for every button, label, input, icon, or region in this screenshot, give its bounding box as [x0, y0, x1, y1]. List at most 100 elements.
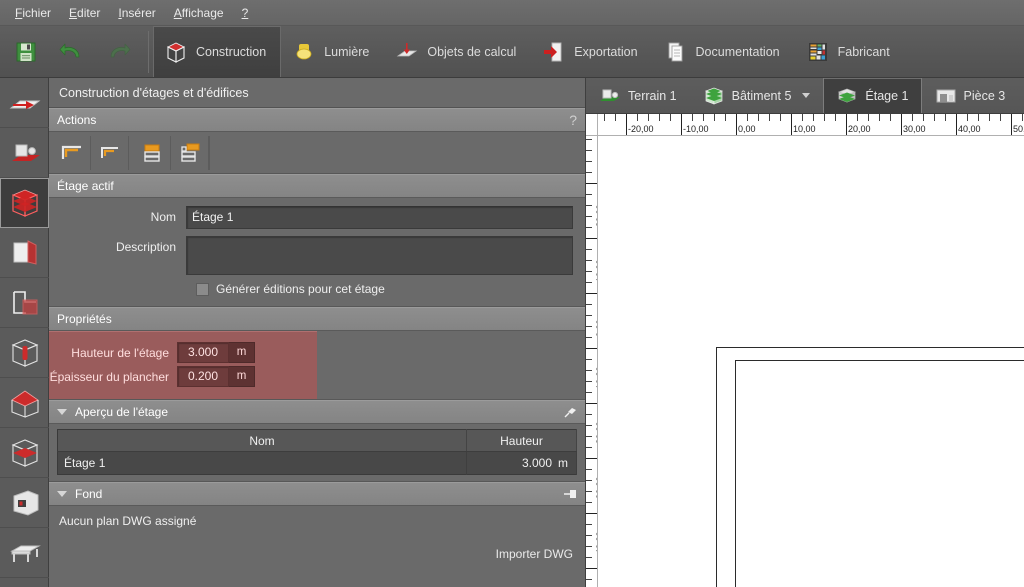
menu-editer[interactable]: Editer — [60, 3, 109, 23]
breadcrumb-batiment[interactable]: Bâtiment 5 — [690, 78, 824, 113]
ruler-minor-tick — [725, 114, 726, 121]
floor-height-value[interactable]: 3.000 — [177, 342, 229, 363]
vertical-ruler[interactable]: 20,0010,000,00-10,00-20,00-30,00-40,00-5… — [586, 136, 598, 587]
redo-button[interactable] — [100, 33, 136, 71]
generate-editions-row[interactable]: Générer éditions pour cet étage — [61, 282, 573, 296]
sidebar-item-etages[interactable] — [0, 178, 49, 228]
menu-aide-acc: ? — [241, 5, 249, 20]
terrain-icon — [600, 89, 620, 101]
sidebar-item-colonne[interactable] — [0, 328, 49, 378]
cell-hauteur: 3.000 m — [466, 451, 577, 475]
add-floor-button[interactable] — [133, 135, 171, 170]
horizontal-ruler[interactable]: -20,00 -10,00 0,00 10,00 20,00 30,00 40,00 50,0… — [598, 114, 1024, 136]
tab-lumiere[interactable]: Lumière — [281, 26, 384, 77]
ruler-minor-tick — [890, 114, 891, 121]
section-header-actions[interactable]: Actions ? — [49, 108, 585, 132]
sidebar-item-pieces[interactable] — [0, 278, 49, 328]
ruler-minor-tick — [780, 114, 781, 121]
menu-editer-rest: diter — [77, 5, 101, 20]
save-button[interactable] — [8, 33, 44, 71]
breadcrumb-terrain[interactable]: Terrain 1 — [586, 78, 690, 113]
room-icon — [936, 89, 955, 102]
ruler-minor-tick — [586, 535, 592, 536]
pin-horizontal-icon[interactable] — [563, 487, 577, 501]
chevron-down-icon-2[interactable] — [57, 491, 67, 497]
ruler-minor-tick — [586, 491, 592, 492]
section-header-active-floor[interactable]: Étage actif — [49, 174, 585, 198]
slab-thickness-unit: m — [229, 366, 255, 387]
overview-table-wrap: Nom Hauteur Étage 1 3.000 m — [49, 424, 585, 482]
breadcrumb-terrain-label: Terrain 1 — [628, 88, 677, 103]
table-row[interactable]: Étage 1 3.000 m — [57, 451, 577, 475]
cube-construction-icon — [166, 41, 186, 63]
ruler-minor-tick — [868, 114, 869, 121]
ruler-major-tick — [791, 114, 792, 135]
sidebar-item-mobilier[interactable] — [0, 528, 49, 578]
sidebar-item-murs[interactable] — [0, 228, 49, 278]
chevron-down-icon-breadcrumb[interactable] — [802, 93, 811, 98]
background-body: Aucun plan DWG assigné Importer DWG — [49, 506, 585, 561]
tab-objets-de-calcul[interactable]: Objets de calcul — [384, 26, 531, 77]
ruler-minor-tick — [586, 249, 592, 250]
ruler-minor-tick — [923, 114, 924, 121]
undo-button[interactable] — [54, 33, 90, 71]
ruler-minor-tick — [586, 579, 592, 580]
ruler-minor-tick — [637, 114, 638, 121]
tab-exportation[interactable]: Exportation — [531, 26, 652, 77]
slab-thickness-value[interactable]: 0.200 — [177, 366, 229, 387]
ceiling-plane-icon — [11, 438, 38, 467]
name-input[interactable]: Étage 1 — [186, 206, 573, 229]
chevron-down-icon[interactable] — [57, 409, 67, 415]
sidebar-item-toit[interactable] — [0, 378, 49, 428]
background-header-label: Fond — [75, 487, 103, 501]
breadcrumb-batiment-label: Bâtiment 5 — [731, 88, 792, 103]
ruler-minor-tick — [586, 337, 592, 338]
sidebar-item-plafond[interactable] — [0, 428, 49, 478]
menu-affichage-acc: A — [173, 5, 182, 20]
floor-height-field[interactable]: 3.000 m — [177, 342, 255, 363]
help-icon[interactable]: ? — [569, 112, 577, 128]
ruler-major-tick — [901, 114, 902, 135]
description-input[interactable] — [186, 236, 573, 275]
ruler-major-tick — [586, 293, 597, 294]
drawing-canvas[interactable] — [598, 136, 1024, 587]
menu-affichage[interactable]: Affichage — [165, 3, 233, 23]
section-header-properties[interactable]: Propriétés — [49, 307, 585, 331]
undo-icon — [59, 43, 80, 57]
table-furniture-icon — [9, 545, 41, 562]
ruler-minor-tick — [934, 114, 935, 121]
ruler-minor-tick — [586, 436, 592, 437]
ruler-major-tick — [681, 114, 682, 135]
tab-exportation-label: Exportation — [574, 44, 638, 59]
new-building-button[interactable] — [53, 135, 91, 170]
import-dwg-button[interactable]: Importer DWG — [496, 547, 573, 561]
tab-construction[interactable]: Construction — [153, 26, 282, 77]
section-header-background[interactable]: Fond — [49, 482, 585, 506]
breadcrumb-piece[interactable]: Pièce 3 — [922, 78, 1019, 113]
ruler-major-tick — [586, 568, 597, 569]
column-header-hauteur[interactable]: Hauteur — [466, 429, 577, 452]
roof-icon — [10, 390, 39, 418]
sidebar-item-ouverture[interactable] — [0, 478, 49, 528]
menu-aide[interactable]: ? — [233, 3, 258, 23]
slab-thickness-field[interactable]: 0.200 m — [177, 366, 255, 387]
tab-documentation[interactable]: Documentation — [653, 26, 795, 77]
ruler-minor-tick — [769, 114, 770, 121]
opening-in-wall-icon — [13, 489, 38, 516]
tab-fabricant[interactable]: Fabricant — [795, 26, 905, 77]
wall-inner-rect[interactable] — [735, 360, 1024, 587]
cell-hauteur-value: 3.000 — [521, 456, 552, 470]
menu-inserer[interactable]: Insérer — [109, 3, 164, 23]
section-header-overview[interactable]: Aperçu de l'étage — [49, 400, 585, 424]
menu-fichier[interactable]: Fichier — [6, 3, 60, 23]
copy-floor-button[interactable] — [171, 135, 209, 170]
ruler-label-h: 0,00 — [738, 124, 756, 134]
ruler-minor-tick — [586, 172, 592, 173]
generate-editions-checkbox[interactable] — [196, 282, 209, 296]
pin-icon[interactable] — [563, 405, 577, 419]
sidebar-item-site[interactable] — [0, 128, 49, 178]
breadcrumb-etage[interactable]: Étage 1 — [823, 78, 922, 113]
sidebar-item-terrain[interactable] — [0, 78, 49, 128]
new-building-alt-button[interactable] — [91, 135, 129, 170]
column-header-nom[interactable]: Nom — [57, 429, 467, 452]
